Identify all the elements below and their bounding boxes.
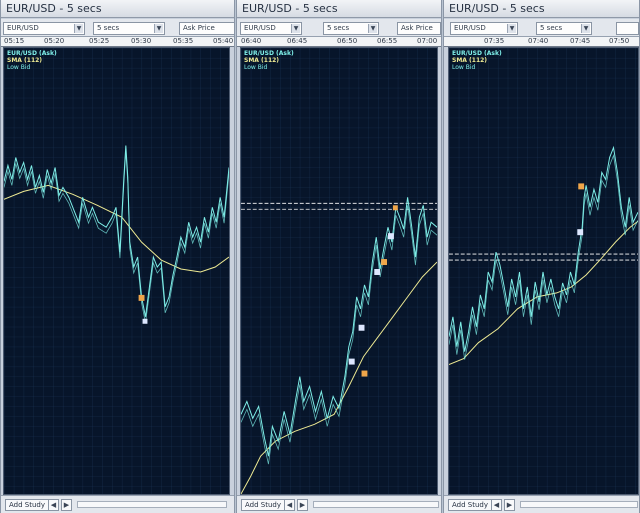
trade-marker [578, 183, 585, 190]
time-tick: 07:50 [609, 37, 630, 45]
instrument-select-value: EUR/USD [454, 24, 486, 32]
trade-marker [142, 318, 148, 324]
time-tick: 05:30 [131, 37, 152, 45]
time-tick: 07:00 [417, 37, 438, 45]
trade-marker [381, 259, 388, 266]
chevron-down-icon: ▼ [507, 24, 516, 33]
chart-footer: Add Study ◀ ▶ [237, 495, 441, 513]
time-tick: 06:45 [287, 37, 308, 45]
trade-marker [358, 324, 365, 331]
time-tick: 07:45 [570, 37, 591, 45]
price-chart-3[interactable]: EUR/USD (Ask) SMA (112) Low Bid [448, 47, 639, 495]
chart-footer: Add Study ◀ ▶ [444, 495, 639, 513]
interval-select-value: 5 secs [97, 24, 120, 32]
window-title-bar[interactable]: EUR/USD - 5 secs [444, 0, 639, 18]
time-tick: 06:50 [337, 37, 358, 45]
chart-toolbar: EUR/USD ▼ 5 secs ▼ Ask Price [237, 19, 441, 37]
instrument-select-value: EUR/USD [244, 24, 276, 32]
add-study-button[interactable]: Add Study [448, 499, 492, 511]
interval-select[interactable]: 5 secs ▼ [93, 22, 165, 35]
time-axis: 07:35 07:40 07:45 07:50 [444, 37, 639, 47]
interval-select[interactable]: 5 secs ▼ [323, 22, 379, 35]
price-chart-2[interactable]: EUR/USD (Ask) SMA (112) Low Bid [240, 47, 438, 495]
price-chart-graphic [449, 48, 638, 494]
chart-workspace: EUR/USD - 5 secs EUR/USD ▼ 5 secs ▼ Ask … [0, 0, 640, 513]
time-tick: 06:55 [377, 37, 398, 45]
price-type-select[interactable]: Ask Price [397, 22, 441, 35]
scroll-right-button[interactable]: ▶ [297, 499, 308, 511]
price-chart-graphic [241, 48, 437, 494]
chevron-down-icon: ▼ [154, 24, 163, 33]
trade-marker [392, 205, 398, 211]
horizontal-scrollbar[interactable] [313, 501, 439, 508]
price-type-select[interactable]: Ask Price [179, 22, 234, 35]
scroll-left-button[interactable]: ◀ [284, 499, 295, 511]
instrument-select[interactable]: EUR/USD ▼ [240, 22, 302, 35]
price-type-select[interactable] [616, 22, 639, 35]
horizontal-scrollbar[interactable] [520, 501, 638, 508]
instrument-select[interactable]: EUR/USD ▼ [450, 22, 518, 35]
time-tick: 05:25 [89, 37, 110, 45]
chart-window-1: EUR/USD - 5 secs EUR/USD ▼ 5 secs ▼ Ask … [0, 0, 235, 513]
window-title-bar[interactable]: EUR/USD - 5 secs [237, 0, 441, 18]
legend-sma: SMA (112) [452, 57, 488, 64]
time-tick: 07:40 [528, 37, 549, 45]
time-axis: 06:40 06:45 06:50 06:55 07:00 [237, 37, 441, 47]
time-tick: 05:35 [173, 37, 194, 45]
trade-marker [361, 370, 368, 377]
chart-toolbar: EUR/USD ▼ 5 secs ▼ [444, 19, 639, 37]
trade-marker [348, 358, 355, 365]
horizontal-scrollbar[interactable] [77, 501, 227, 508]
chevron-down-icon: ▼ [74, 24, 83, 33]
trade-marker [577, 229, 584, 236]
scroll-left-button[interactable]: ◀ [491, 499, 502, 511]
price-type-select-value: Ask Price [401, 24, 433, 32]
time-tick: 05:20 [44, 37, 65, 45]
legend-ask: EUR/USD (Ask) [244, 50, 294, 57]
chart-window-2: EUR/USD - 5 secs EUR/USD ▼ 5 secs ▼ Ask … [236, 0, 442, 513]
window-title-bar[interactable]: EUR/USD - 5 secs [1, 0, 234, 18]
trade-marker [374, 269, 381, 275]
price-chart-1[interactable]: EUR/USD (Ask) SMA (112) Low Bid [3, 47, 230, 495]
chart-legend: EUR/USD (Ask) SMA (112) Low Bid [244, 50, 294, 71]
chart-legend: EUR/USD (Ask) SMA (112) Low Bid [7, 50, 57, 71]
chart-toolbar: EUR/USD ▼ 5 secs ▼ Ask Price [1, 19, 234, 37]
chevron-down-icon: ▼ [291, 24, 300, 33]
chevron-down-icon: ▼ [581, 24, 590, 33]
price-type-select-value: Ask Price [183, 24, 215, 32]
legend-ask: EUR/USD (Ask) [452, 50, 502, 57]
legend-bid: Low Bid [244, 64, 268, 71]
legend-sma: SMA (112) [7, 57, 43, 64]
window-title: EUR/USD - 5 secs [449, 2, 545, 15]
window-title: EUR/USD - 5 secs [242, 2, 338, 15]
chart-legend: EUR/USD (Ask) SMA (112) Low Bid [452, 50, 502, 71]
time-tick: 07:35 [484, 37, 505, 45]
time-tick: 05:15 [4, 37, 25, 45]
legend-bid: Low Bid [452, 64, 476, 71]
instrument-select[interactable]: EUR/USD ▼ [3, 22, 85, 35]
interval-select-value: 5 secs [327, 24, 350, 32]
legend-bid: Low Bid [7, 64, 31, 71]
time-axis: 05:15 05:20 05:25 05:30 05:35 05:40 [1, 37, 234, 47]
time-tick: 06:40 [241, 37, 262, 45]
add-study-button[interactable]: Add Study [241, 499, 285, 511]
add-study-button[interactable]: Add Study [5, 499, 49, 511]
legend-ask: EUR/USD (Ask) [7, 50, 57, 57]
chevron-down-icon: ▼ [368, 24, 377, 33]
scroll-right-button[interactable]: ▶ [504, 499, 515, 511]
interval-select[interactable]: 5 secs ▼ [536, 22, 592, 35]
scroll-right-button[interactable]: ▶ [61, 499, 72, 511]
scroll-left-button[interactable]: ◀ [48, 499, 59, 511]
price-chart-graphic [4, 48, 229, 494]
window-title: EUR/USD - 5 secs [6, 2, 102, 15]
chart-footer: Add Study ◀ ▶ [1, 495, 234, 513]
time-tick: 05:40 [213, 37, 234, 45]
legend-sma: SMA (112) [244, 57, 280, 64]
trade-marker [138, 294, 145, 301]
instrument-select-value: EUR/USD [7, 24, 39, 32]
trade-marker [388, 233, 394, 240]
interval-select-value: 5 secs [540, 24, 563, 32]
chart-window-3: EUR/USD - 5 secs EUR/USD ▼ 5 secs ▼ 07:3… [443, 0, 640, 513]
